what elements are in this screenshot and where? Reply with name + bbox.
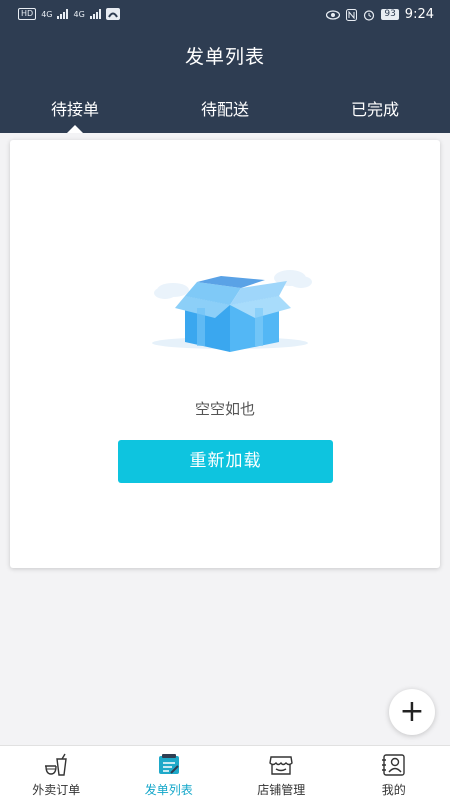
page-title: 发单列表 bbox=[184, 46, 265, 68]
battery-level: 93 bbox=[381, 9, 399, 20]
nav-item-profile[interactable]: 我的 bbox=[338, 746, 450, 800]
nfc-icon bbox=[346, 8, 358, 21]
nav-item-takeout-orders[interactable]: 外卖订单 bbox=[0, 746, 113, 800]
tab-pending-accept[interactable]: 待接单 bbox=[0, 88, 150, 133]
nav-label: 发单列表 bbox=[144, 783, 193, 797]
nav-item-order-list[interactable]: 发单列表 bbox=[113, 746, 226, 800]
bottom-nav: 外卖订单 发单列表 店铺管理 我的 bbox=[0, 745, 450, 800]
tab-pending-delivery[interactable]: 待配送 bbox=[150, 88, 300, 133]
app-header: HD 4G 4G 93 9:24 发单列表 待接单 待配送 已完成 bbox=[0, 0, 450, 133]
status-left: HD 4G 4G bbox=[18, 8, 120, 20]
clock: 9:24 bbox=[404, 7, 434, 22]
alarm-icon bbox=[364, 9, 375, 21]
app-notification-icon bbox=[105, 8, 120, 20]
signal-icon bbox=[57, 9, 69, 19]
nav-label: 店铺管理 bbox=[257, 783, 306, 797]
empty-box-icon bbox=[152, 270, 312, 352]
store-icon bbox=[269, 756, 293, 775]
profile-icon bbox=[381, 754, 405, 776]
hd-indicator: HD bbox=[18, 8, 37, 20]
empty-state-text: 空空如也 bbox=[194, 400, 255, 418]
nav-label: 外卖订单 bbox=[32, 783, 81, 797]
network-type-2: 4G bbox=[73, 9, 85, 19]
plus-icon: + bbox=[399, 694, 425, 729]
takeout-icon bbox=[45, 753, 68, 776]
eye-icon bbox=[326, 9, 341, 20]
order-list-icon bbox=[158, 754, 179, 774]
status-right: 93 9:24 bbox=[326, 7, 434, 22]
nav-label: 我的 bbox=[381, 783, 406, 797]
tab-completed[interactable]: 已完成 bbox=[300, 88, 450, 133]
signal-icon bbox=[89, 9, 101, 19]
order-tabs: 待接单 待配送 已完成 bbox=[0, 88, 450, 133]
nav-item-store-management[interactable]: 店铺管理 bbox=[225, 746, 338, 800]
status-bar: HD 4G 4G 93 9:24 bbox=[0, 0, 450, 30]
reload-button[interactable]: 重新加载 bbox=[118, 440, 333, 483]
network-type-1: 4G bbox=[41, 9, 53, 19]
order-list-card: 空空如也 重新加载 bbox=[10, 140, 440, 568]
add-order-button[interactable]: + bbox=[389, 689, 435, 735]
